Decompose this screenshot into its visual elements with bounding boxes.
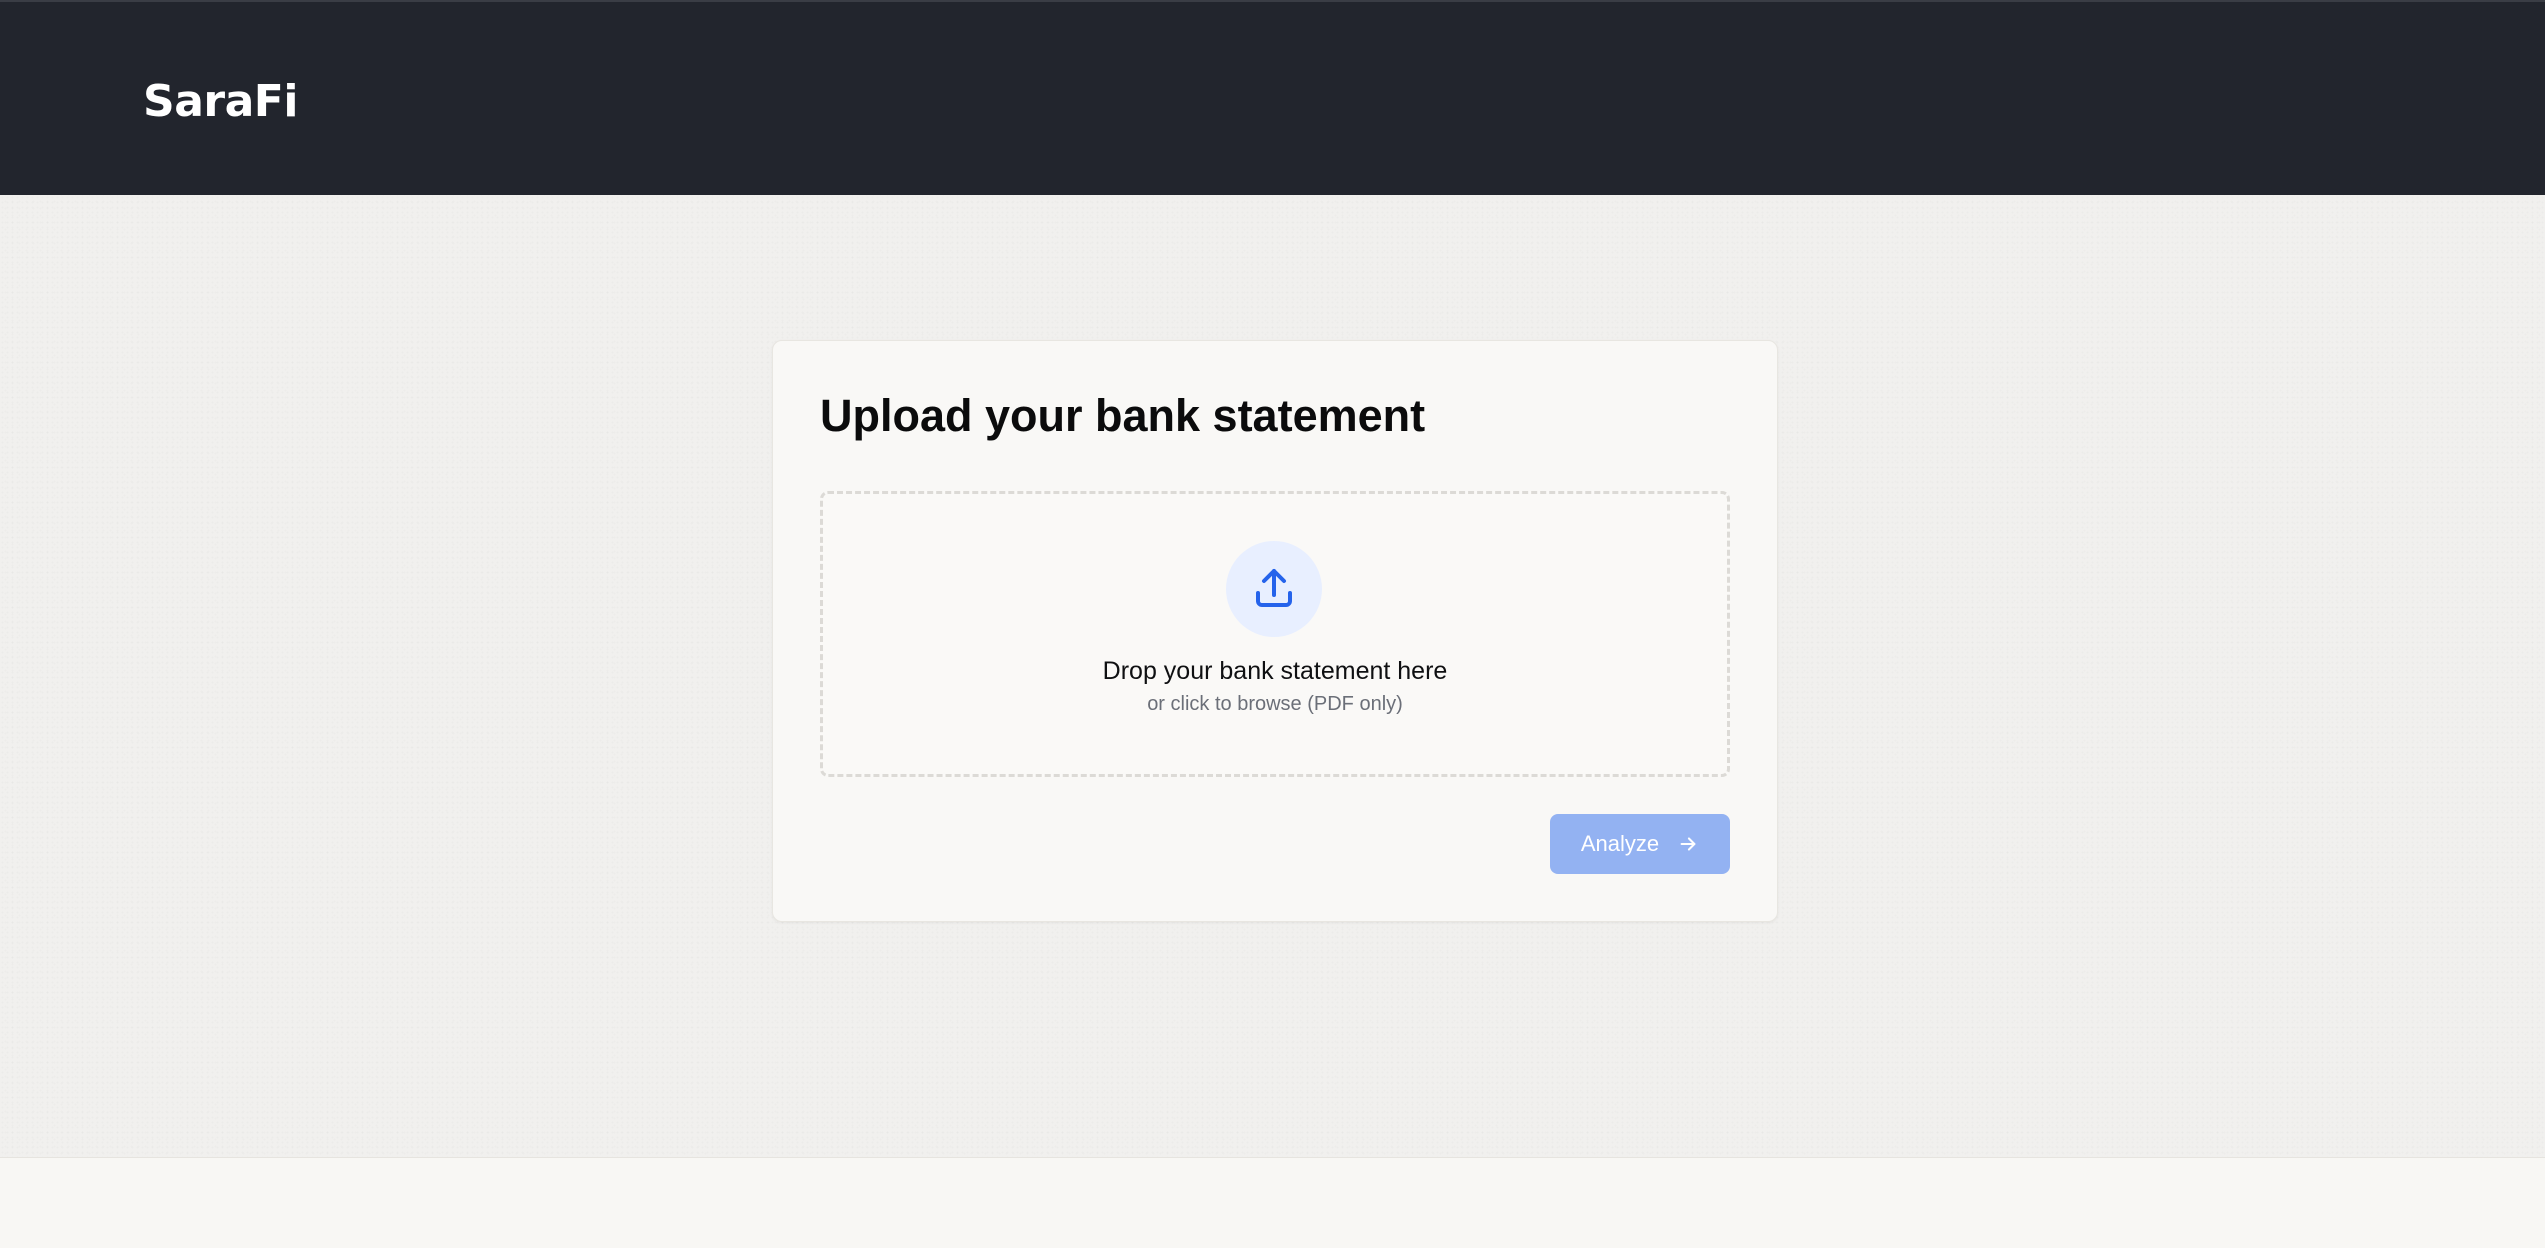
brand-logo[interactable]: SaraFi xyxy=(143,74,298,130)
arrow-right-icon xyxy=(1680,837,1696,851)
upload-icon xyxy=(1256,569,1292,607)
analyze-button-label: Analyze xyxy=(1580,831,1660,856)
upload-card: Upload your bank statement Drop your ban… xyxy=(772,340,1778,922)
page-title: Upload your bank statement xyxy=(820,390,1426,441)
file-dropzone[interactable]: Drop your bank statement here or click t… xyxy=(820,491,1730,777)
footer xyxy=(0,1157,2545,1248)
dropzone-primary-text: Drop your bank statement here xyxy=(1102,657,1448,685)
top-navigation-bar: SaraFi xyxy=(0,0,2545,195)
analyze-button[interactable]: Analyze xyxy=(1550,814,1730,874)
dropzone-secondary-text: or click to browse (PDF only) xyxy=(1147,693,1403,715)
upload-icon-badge xyxy=(1226,541,1322,637)
